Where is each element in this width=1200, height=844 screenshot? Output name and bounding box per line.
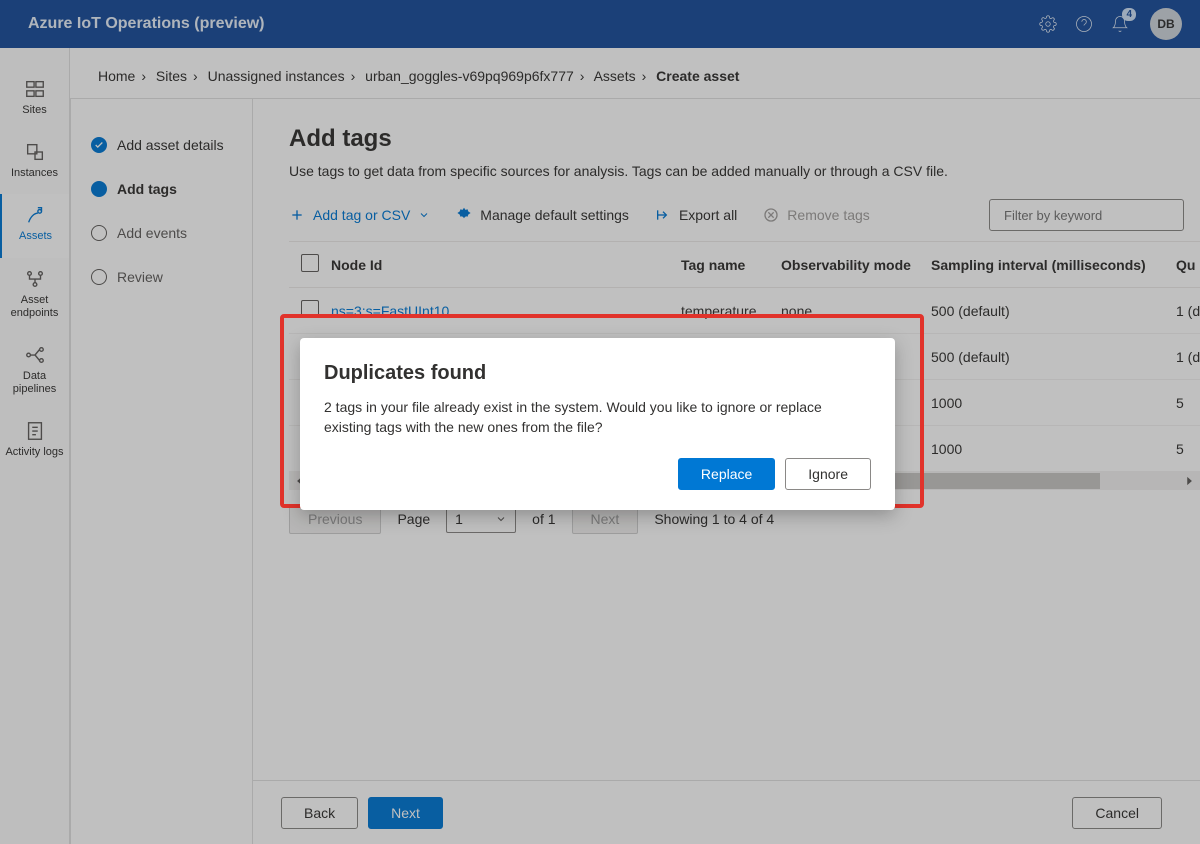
dialog-body: 2 tags in your file already exist in the…: [324, 397, 871, 438]
duplicates-dialog: Duplicates found 2 tags in your file alr…: [300, 338, 895, 510]
modal-overlay[interactable]: Duplicates found 2 tags in your file alr…: [0, 0, 1200, 844]
dialog-title: Duplicates found: [324, 362, 871, 385]
ignore-button[interactable]: Ignore: [785, 458, 871, 490]
replace-button[interactable]: Replace: [678, 458, 775, 490]
